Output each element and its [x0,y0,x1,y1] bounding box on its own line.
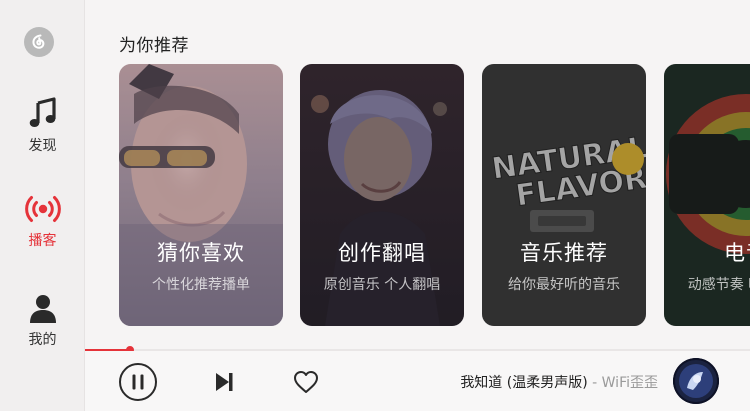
heart-icon [294,371,318,393]
sidebar-item-discover[interactable]: 发现 [0,97,85,155]
card-creative-covers[interactable]: 创作翻唱 原创音乐 个人翻唱 [300,64,464,326]
card-title: 创作翻唱 [338,241,426,265]
card-music-recommend[interactable]: NATURAL FLAVOR 音乐推荐 给你最好听的音乐 [482,64,646,326]
pause-icon [119,363,157,401]
song-separator: - [587,375,602,391]
app-window: 发现 播客 我的 为你推荐 猜你喜欢 个性化推荐播单 创作翻唱 原创音乐 个人翻… [0,0,750,411]
sidebar-item-podcast[interactable]: 播客 [0,194,85,250]
card-subtitle: 原创音乐 个人翻唱 [323,277,441,293]
sidebar-item-label: 播客 [28,233,57,249]
sidebar-item-mine[interactable]: 我的 [0,293,85,349]
section-title: 为你推荐 [119,36,189,56]
player-bar: 我知道 (温柔男声版) - WiFi歪歪 [85,351,750,411]
card-electronic[interactable]: 电音 动感节奏 嗨翻全场 [664,64,750,326]
card-subtitle: 给你最好听的音乐 [508,277,620,293]
like-button[interactable] [292,369,320,395]
album-art-image [673,358,719,404]
card-title: 电音 [724,241,750,265]
song-artist: WiFi歪歪 [601,375,658,391]
user-icon [29,295,56,323]
card-title: 音乐推荐 [520,241,608,265]
sidebar-item-label: 我的 [28,332,57,348]
broadcast-icon [24,196,61,222]
music-note-icon [29,97,56,127]
netease-logo-icon[interactable] [24,27,54,57]
skip-next-icon [216,373,233,391]
sidebar: 发现 播客 我的 [0,0,85,411]
sidebar-item-label: 发现 [28,138,57,154]
card-guess-you-like[interactable]: 猜你喜欢 个性化推荐播单 [119,64,283,326]
now-playing-text[interactable]: 我知道 (温柔男声版) - WiFi歪歪 [460,372,658,392]
card-subtitle: 动感节奏 嗨翻全场 [687,277,750,293]
song-title: 我知道 (温柔男声版) [460,375,588,391]
album-art[interactable] [673,358,719,404]
pause-button[interactable] [118,362,158,402]
card-subtitle: 个性化推荐播单 [152,277,250,293]
recommend-cards: 猜你喜欢 个性化推荐播单 创作翻唱 原创音乐 个人翻唱 NATURAL FLAV… [119,64,750,326]
card-title: 猜你喜欢 [157,241,245,265]
next-track-button[interactable] [212,370,236,394]
